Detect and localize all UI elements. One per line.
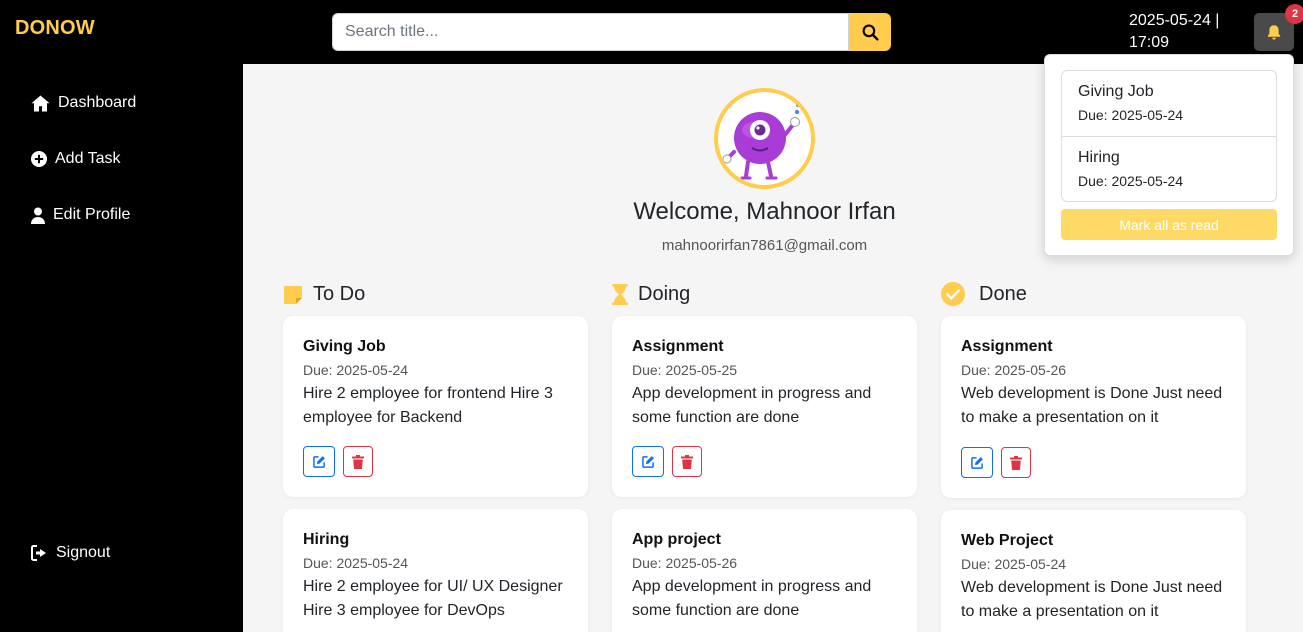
notification-count-badge: 2 bbox=[1285, 4, 1303, 24]
notification-item[interactable]: Hiring Due: 2025-05-24 bbox=[1062, 136, 1276, 201]
edit-icon bbox=[312, 456, 325, 468]
brand-logo[interactable]: DONOW bbox=[15, 17, 95, 40]
column-title: Doing bbox=[638, 283, 691, 305]
check-circle-icon bbox=[941, 282, 965, 306]
edit-task-button[interactable] bbox=[303, 446, 335, 477]
sidebar-item-add-task[interactable]: Add Task bbox=[31, 150, 121, 168]
task-due-date: Due: 2025-05-24 bbox=[303, 555, 409, 571]
task-description: Hire 2 employee for UI/ UX Designer Hire… bbox=[303, 578, 563, 619]
delete-task-button[interactable] bbox=[672, 446, 702, 477]
delete-task-button[interactable] bbox=[343, 446, 373, 477]
edit-icon bbox=[970, 457, 983, 469]
notification-title: Giving Job bbox=[1078, 83, 1154, 100]
bell-icon bbox=[1267, 24, 1281, 40]
task-description: Hire 2 employee for frontend Hire 3 empl… bbox=[303, 385, 553, 426]
user-icon bbox=[31, 207, 45, 224]
column-title: Done bbox=[979, 282, 1027, 305]
search-bar bbox=[332, 13, 891, 51]
sidebar-item-edit-profile[interactable]: Edit Profile bbox=[31, 206, 130, 224]
task-description: Web development is Done Just need to mak… bbox=[961, 579, 1223, 620]
task-title: Assignment bbox=[632, 338, 724, 355]
search-button[interactable] bbox=[849, 13, 891, 51]
trash-icon bbox=[681, 454, 693, 469]
sidebar: Dashboard Add Task Edit Profile Signout bbox=[0, 64, 243, 632]
task-title: Giving Job bbox=[303, 338, 386, 355]
task-actions bbox=[632, 446, 702, 477]
task-due-date: Due: 2025-05-26 bbox=[632, 555, 738, 571]
task-title: Assignment bbox=[961, 338, 1053, 355]
monster-avatar-icon bbox=[722, 102, 801, 180]
delete-task-button[interactable] bbox=[1001, 447, 1031, 478]
hourglass-icon bbox=[612, 284, 628, 305]
notification-title: Hiring bbox=[1078, 149, 1120, 166]
notifications-dropdown: Giving Job Due: 2025-05-24 Hiring Due: 2… bbox=[1044, 54, 1294, 256]
column-header-done: Done bbox=[941, 282, 1027, 306]
trash-icon bbox=[352, 454, 364, 469]
signout-icon bbox=[31, 545, 46, 561]
task-card: Web Project Due: 2025-05-24 Web developm… bbox=[941, 510, 1246, 632]
sidebar-item-label: Dashboard bbox=[58, 94, 137, 111]
task-actions bbox=[303, 446, 373, 477]
sidebar-item-signout[interactable]: Signout bbox=[31, 544, 110, 562]
edit-task-button[interactable] bbox=[961, 447, 993, 478]
sidebar-item-dashboard[interactable]: Dashboard bbox=[31, 94, 136, 112]
mark-all-read-button[interactable]: Mark all as read bbox=[1061, 209, 1277, 240]
notification-list: Giving Job Due: 2025-05-24 Hiring Due: 2… bbox=[1061, 70, 1277, 202]
task-description: Web development is Done Just need to mak… bbox=[961, 385, 1223, 426]
task-description: App development in progress and some fun… bbox=[632, 578, 872, 619]
column-title: To Do bbox=[313, 283, 366, 305]
sidebar-item-label: Add Task bbox=[55, 150, 121, 167]
avatar[interactable] bbox=[714, 88, 815, 189]
task-description: App development in progress and some fun… bbox=[632, 385, 872, 426]
task-due-date: Due: 2025-05-25 bbox=[632, 362, 738, 378]
task-due-date: Due: 2025-05-24 bbox=[303, 362, 409, 378]
edit-icon bbox=[641, 456, 654, 468]
task-card: App project Due: 2025-05-26 App developm… bbox=[612, 509, 917, 632]
task-title: Hiring bbox=[303, 531, 350, 548]
task-title: App project bbox=[632, 531, 721, 548]
task-title: Web Project bbox=[961, 532, 1054, 549]
notification-item[interactable]: Giving Job Due: 2025-05-24 bbox=[1062, 71, 1276, 136]
task-due-date: Due: 2025-05-26 bbox=[961, 362, 1067, 378]
sidebar-item-label: Edit Profile bbox=[53, 206, 131, 223]
current-datetime: 2025-05-24 | 17:09 bbox=[1129, 12, 1220, 51]
plus-circle-icon bbox=[31, 151, 47, 167]
task-card: Assignment Due: 2025-05-25 App developme… bbox=[612, 316, 917, 497]
sidebar-item-label: Signout bbox=[56, 544, 111, 561]
edit-task-button[interactable] bbox=[632, 446, 664, 477]
sticky-note-icon bbox=[284, 285, 302, 304]
search-icon bbox=[862, 24, 879, 41]
trash-icon bbox=[1010, 455, 1022, 470]
task-card: Assignment Due: 2025-05-26 Web developme… bbox=[941, 316, 1246, 498]
home-icon bbox=[31, 95, 50, 111]
column-header-todo: To Do bbox=[283, 283, 365, 306]
task-actions bbox=[961, 447, 1031, 478]
task-card: Hiring Due: 2025-05-24 Hire 2 employee f… bbox=[283, 509, 588, 632]
task-card: Giving Job Due: 2025-05-24 Hire 2 employ… bbox=[283, 316, 588, 497]
notification-due: Due: 2025-05-24 bbox=[1078, 173, 1184, 189]
search-input[interactable] bbox=[332, 13, 849, 51]
column-header-doing: Doing bbox=[612, 283, 690, 306]
task-due-date: Due: 2025-05-24 bbox=[961, 556, 1067, 572]
notification-due: Due: 2025-05-24 bbox=[1078, 107, 1184, 123]
